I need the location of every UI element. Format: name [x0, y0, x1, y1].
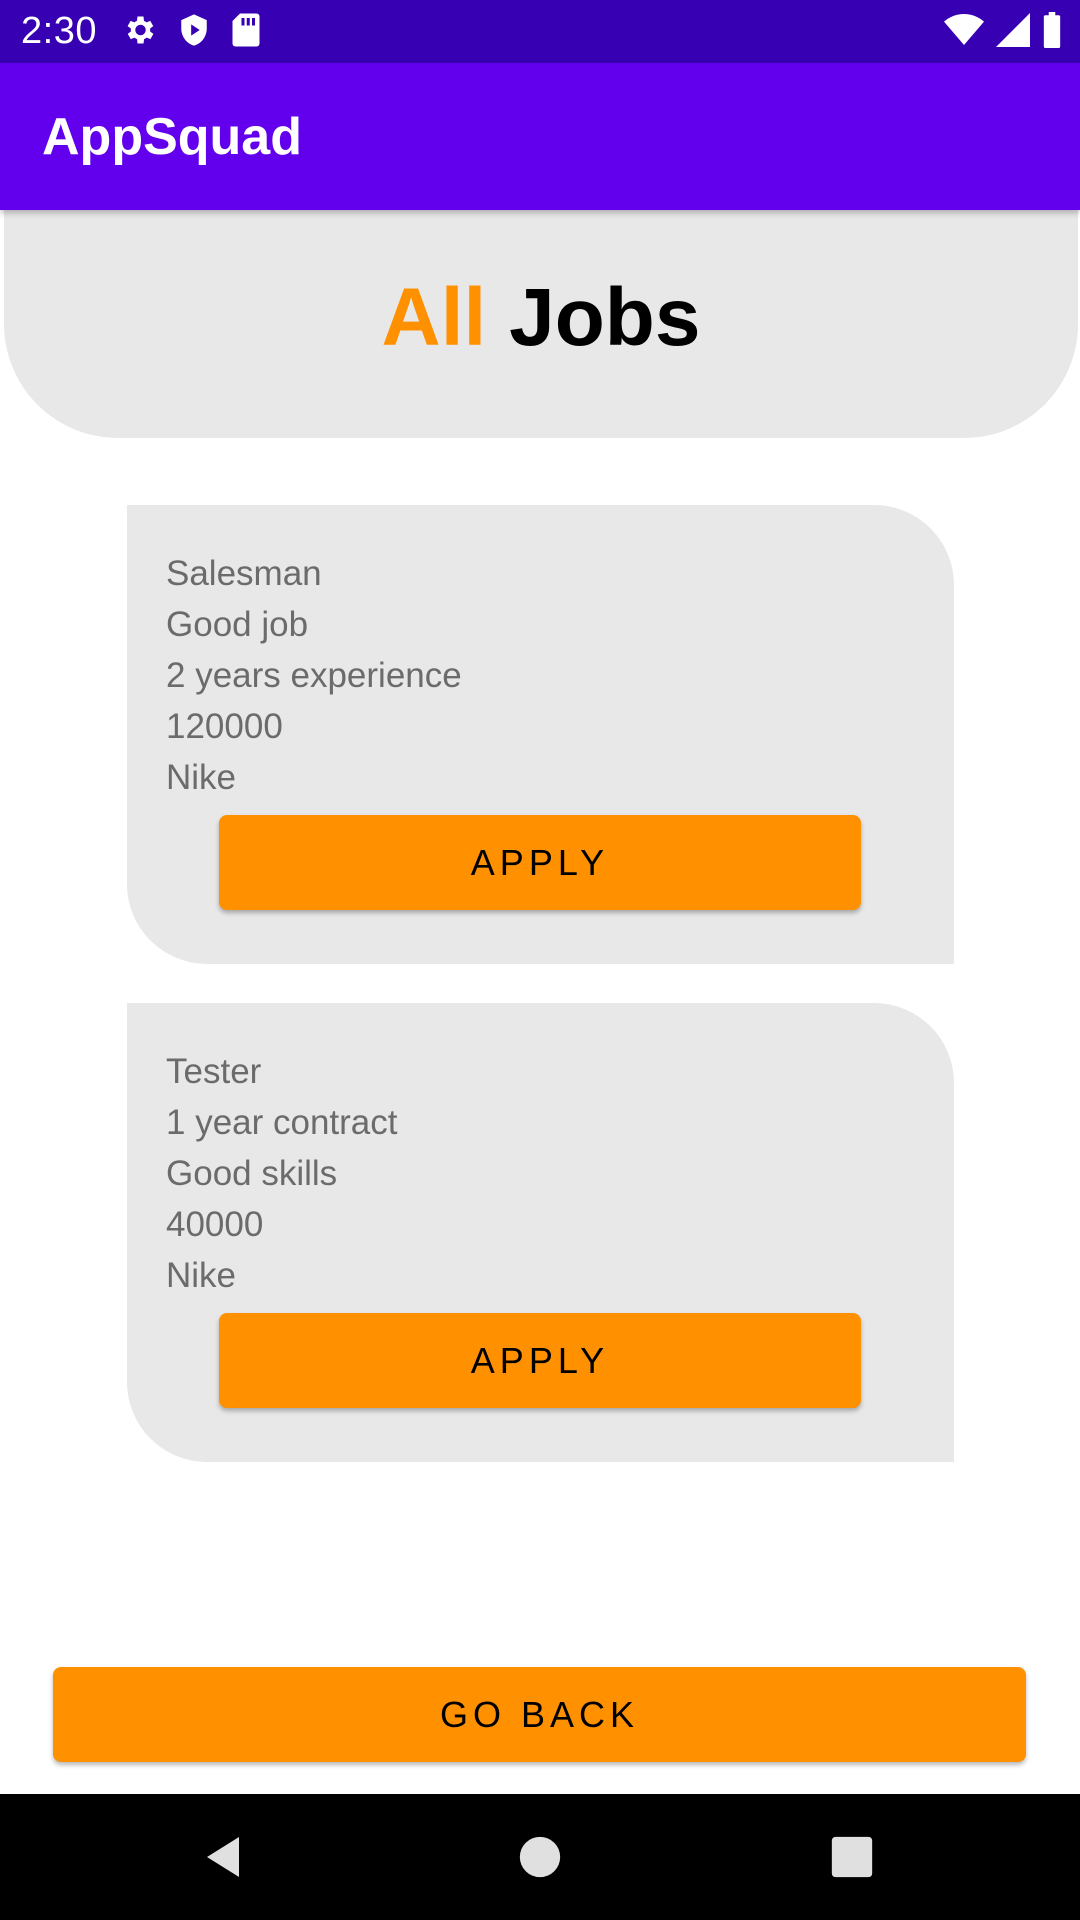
page-title-accent: All	[381, 272, 487, 363]
status-bar: 2:30	[0, 0, 1080, 63]
job-requirement: 2 years experience	[166, 656, 462, 695]
battery-icon	[1042, 11, 1062, 53]
apply-button[interactable]: APPLY	[219, 1313, 861, 1408]
job-company: Nike	[166, 758, 237, 797]
job-details: Salesman Good job 2 years experience 120…	[166, 548, 462, 803]
status-icons-right	[944, 11, 1062, 53]
page-title-rest: Jobs	[486, 272, 701, 363]
job-card: Tester 1 year contract Good skills 40000…	[127, 1003, 954, 1462]
job-company: Nike	[166, 1256, 237, 1295]
wifi-icon	[944, 13, 984, 52]
shield-icon	[177, 12, 211, 53]
navigation-bar	[0, 1794, 1080, 1920]
app-title: AppSquad	[42, 108, 302, 166]
page-title: All Jobs	[4, 270, 1078, 366]
header-panel: All Jobs	[4, 210, 1078, 438]
status-icons-left	[121, 12, 261, 52]
job-title: Tester	[166, 1052, 262, 1091]
status-time: 2:30	[21, 10, 97, 52]
job-requirement: Good skills	[166, 1154, 338, 1193]
apply-button[interactable]: APPLY	[219, 815, 861, 910]
job-salary: 40000	[166, 1205, 264, 1244]
go-back-button[interactable]: GO BACK	[53, 1667, 1026, 1762]
home-icon[interactable]	[505, 1822, 575, 1892]
job-description: Good job	[166, 605, 309, 644]
job-description: 1 year contract	[166, 1103, 398, 1142]
back-icon[interactable]	[190, 1822, 260, 1892]
app-bar: AppSquad	[0, 63, 1080, 210]
job-details: Tester 1 year contract Good skills 40000…	[166, 1046, 398, 1301]
job-title: Salesman	[166, 554, 322, 593]
gear-icon	[121, 12, 157, 53]
signal-icon	[996, 12, 1030, 52]
job-salary: 120000	[166, 707, 283, 746]
job-card: Salesman Good job 2 years experience 120…	[127, 505, 954, 964]
sd-card-icon	[231, 12, 261, 53]
recents-icon[interactable]	[817, 1822, 887, 1892]
